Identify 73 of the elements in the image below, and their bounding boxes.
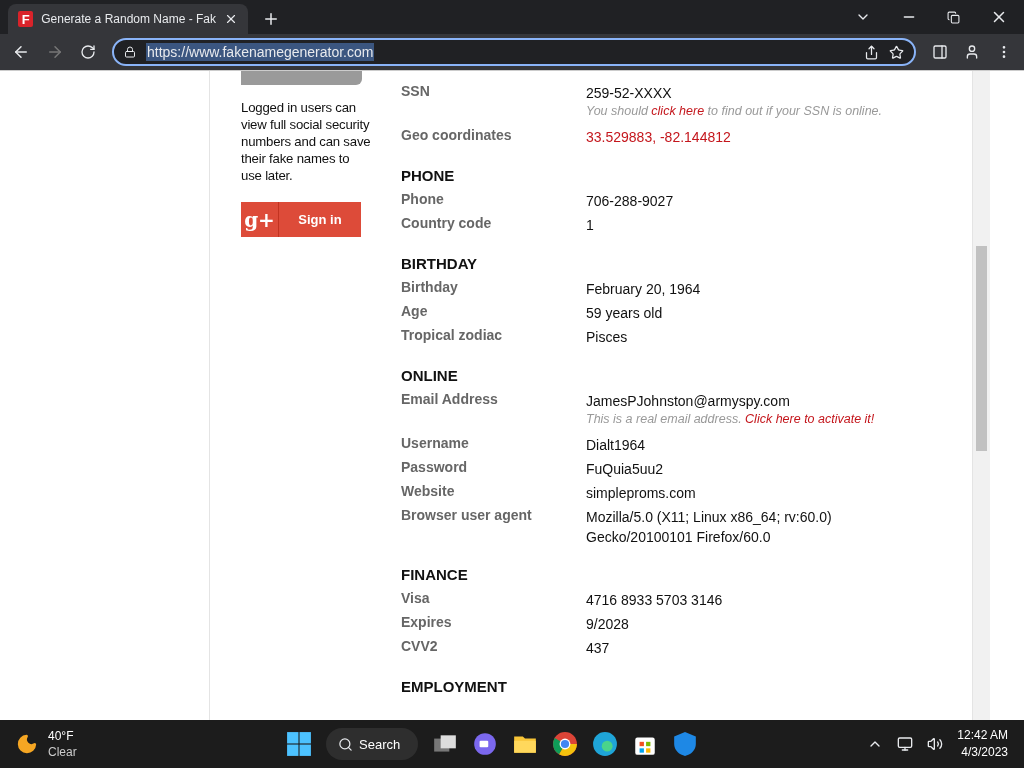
weather-condition: Clear [48, 744, 77, 760]
field-label: Expires [401, 614, 453, 630]
login-message: Logged in users can view full social security numbers and can save their fake names to use later. [241, 99, 371, 184]
moon-icon [16, 733, 38, 755]
field-link[interactable]: 33.529883, -82.144812 [586, 127, 731, 147]
field-value: JamesPJohnston@armyspy.com [586, 392, 791, 411]
field-value: FuQuia5uu2 [586, 460, 664, 479]
clock[interactable]: 12:42 AM 4/3/2023 [957, 727, 1008, 761]
search-icon [338, 736, 353, 752]
sign-in-label: Sign in [297, 212, 343, 227]
field-value: Mozilla/5.0 (X11; Linux x86_64; rv:60.0) [586, 508, 832, 527]
field-value: 1 [586, 216, 594, 235]
field-value: 59 years old [586, 304, 663, 323]
new-tab-icon[interactable] [262, 10, 280, 28]
note-link[interactable]: click here [651, 104, 705, 118]
side-panel-icon[interactable] [932, 44, 948, 60]
field-label: Email Address [401, 391, 499, 407]
url-text: https://www.fakenamegenerator.com [146, 43, 375, 61]
field-value: simpleproms.com [586, 484, 696, 503]
shield-icon[interactable] [672, 731, 698, 757]
field-value: 9/2028 [586, 615, 629, 634]
section-heading: BIRTHDAY [401, 253, 479, 274]
field-label: Age [401, 303, 429, 319]
field-value: 4716 8933 5703 3146 [586, 591, 723, 610]
section-heading: FINANCE [401, 564, 469, 585]
field-label: Country code [401, 215, 493, 231]
share-icon[interactable] [864, 44, 879, 60]
field-value: 259-52-XXXX [586, 84, 673, 103]
weather-temp: 40°F [48, 728, 75, 744]
windows-start-icon[interactable] [286, 731, 312, 757]
field-label: Phone [401, 191, 445, 207]
field-label: Website [401, 483, 456, 499]
star-icon[interactable] [889, 44, 904, 60]
reload-icon[interactable] [80, 44, 96, 60]
chat-icon[interactable] [472, 731, 498, 757]
back-icon[interactable] [12, 43, 30, 61]
taskbar-search[interactable]: Search [326, 728, 418, 760]
lock-icon [124, 46, 136, 58]
field-label: Username [401, 435, 470, 451]
field-label: Visa [401, 590, 431, 606]
site-favicon: F [18, 11, 34, 27]
field-label: Password [401, 459, 469, 475]
field-value: 706-288-9027 [586, 192, 674, 211]
volume-icon[interactable] [927, 736, 944, 752]
address-bar[interactable]: https://www.fakenamegenerator.com [112, 38, 916, 66]
sign-in-button[interactable]: g+ Sign in [241, 202, 361, 237]
tab-title: Generate a Random Name - Fak [41, 12, 216, 26]
scroll-thumb[interactable] [976, 246, 987, 451]
field-note: You should click here to find out if your SSN is online. [586, 103, 882, 120]
note-link[interactable]: Click here to activate it! [745, 412, 875, 426]
field-label: Tropical zodiac [401, 327, 504, 343]
section-heading: PHONE [401, 165, 456, 186]
field-value: Pisces [586, 328, 628, 347]
field-value: Gecko/20100101 Firefox/60.0 [586, 528, 772, 547]
field-value: February 20, 1964 [586, 280, 701, 299]
forward-icon[interactable] [46, 43, 64, 61]
field-label: SSN [401, 83, 431, 99]
field-label: CVV2 [401, 638, 439, 654]
section-heading: EMPLOYMENT [401, 676, 508, 697]
field-label: Geo coordinates [401, 127, 513, 143]
field-label: Browser user agent [401, 507, 533, 523]
browser-tab[interactable]: F Generate a Random Name - Fak [8, 4, 248, 34]
monitor-icon[interactable] [897, 736, 914, 752]
field-value: Dialt1964 [586, 436, 646, 455]
section-heading: ONLINE [401, 365, 459, 386]
search-label: Search [359, 736, 401, 752]
field-label: Birthday [401, 279, 459, 295]
close-tab-icon[interactable] [224, 12, 238, 26]
restore-icon[interactable] [947, 10, 960, 24]
chrome-icon[interactable] [552, 731, 578, 757]
profile-icon[interactable] [964, 44, 980, 60]
field-note: This is a real email address. Click here to activate it! [586, 411, 875, 428]
field-value: 437 [586, 639, 610, 658]
